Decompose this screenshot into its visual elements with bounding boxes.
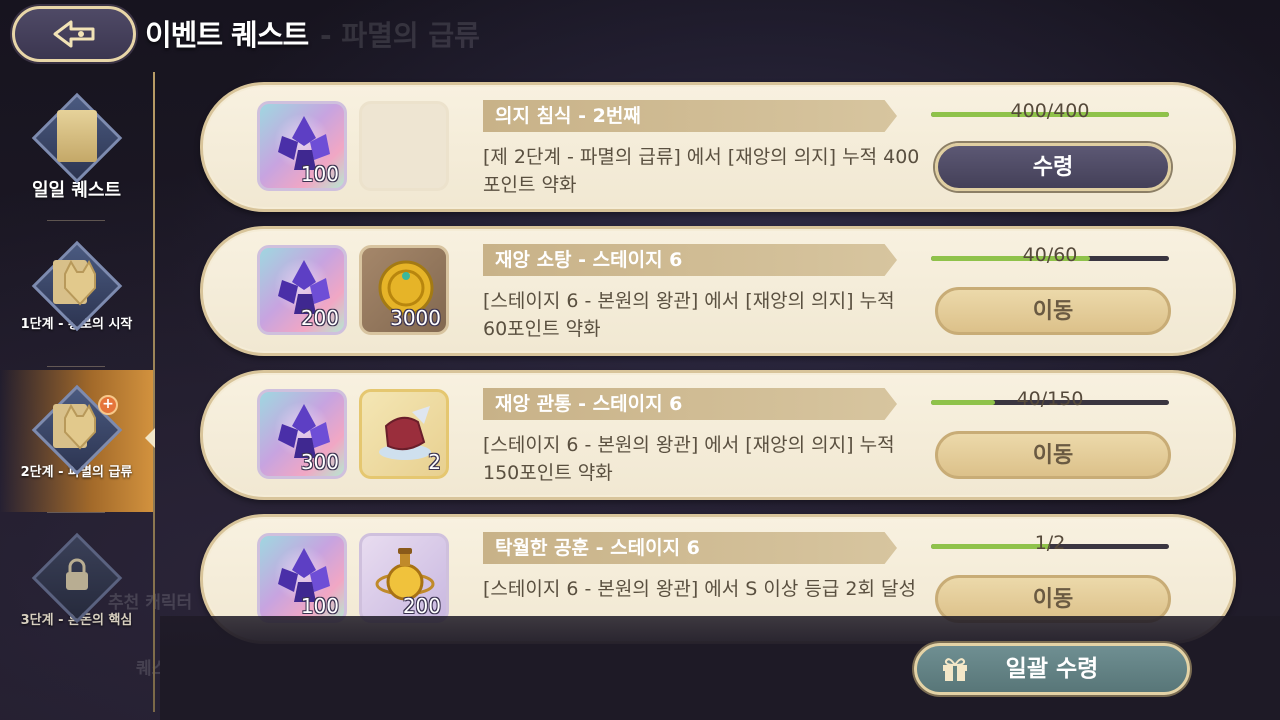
sidebar-item-icon xyxy=(27,88,127,188)
new-badge-icon: + xyxy=(98,395,118,415)
page-title: 이벤트 퀘스트 xyxy=(145,18,309,52)
reward-item[interactable]: 200 xyxy=(359,533,449,623)
sidebar-item-stage-2[interactable]: 2단계 - 파멸의 급류 xyxy=(0,370,153,512)
quest-title: 탁월한 공훈 - 스테이지 6 xyxy=(483,532,897,564)
quest-card: 100 의지 침식 - 2번째 [제 2단계 - 파멸의 급류] 에서 [재앙의… xyxy=(200,82,1236,212)
quest-title: 의지 침식 - 2번째 xyxy=(483,100,897,132)
sidebar-item-daily[interactable]: 일일 퀘스트 xyxy=(0,88,153,214)
reward-quantity: 200 xyxy=(300,306,339,330)
quest-title: 재앙 소탕 - 스테이지 6 xyxy=(483,244,897,276)
progress-text: 1/2 xyxy=(1034,532,1066,554)
sidebar-item-icon xyxy=(27,528,127,628)
sidebar-item-stage-3[interactable]: 3단계 - 혼돈의 핵심 xyxy=(0,528,153,668)
ghost-subtitle: - 파멸의 급류 xyxy=(320,19,480,52)
sidebar-separator xyxy=(47,220,105,221)
reward-slot-empty xyxy=(359,101,449,191)
progress-text: 40/150 xyxy=(1016,388,1084,410)
scroll-icon xyxy=(56,110,97,162)
sidebar-separator xyxy=(47,512,105,513)
progress-text: 40/60 xyxy=(1022,244,1078,266)
quest-card: 300 2 재앙 관통 - 스테이지 6 [스테이지 6 - 본원의 왕관] 에… xyxy=(200,370,1236,500)
reward-item[interactable]: 200 xyxy=(257,245,347,335)
sidebar-divider xyxy=(153,72,155,712)
reward-item[interactable]: 2 xyxy=(359,389,449,479)
fox-icon xyxy=(52,403,96,450)
quest-description: [제 2단계 - 파멸의 급류] 에서 [재앙의 의지] 누적 400포인트 약… xyxy=(483,146,920,196)
claim-all-label: 일괄 수령 xyxy=(1005,656,1099,682)
back-button[interactable] xyxy=(12,6,136,62)
quest-description: [스테이지 6 - 본원의 왕관] 에서 S 이상 등급 2회 달성 xyxy=(483,578,916,600)
lock-icon xyxy=(65,558,88,590)
sidebar-separator xyxy=(47,366,105,367)
sidebar-item-icon xyxy=(27,236,127,336)
sidebar-item-stage-1[interactable]: 1단계 - 황로의 시작 xyxy=(0,236,153,366)
active-indicator xyxy=(145,428,155,448)
reward-item[interactable]: 300 xyxy=(257,389,347,479)
reward-item[interactable]: 3000 xyxy=(359,245,449,335)
reward-quantity: 100 xyxy=(300,162,339,186)
quest-title: 재앙 관통 - 스테이지 6 xyxy=(483,388,897,420)
reward-quantity: 2 xyxy=(428,450,441,474)
reward-quantity: 300 xyxy=(300,450,339,474)
reward-item[interactable]: 100 xyxy=(257,101,347,191)
claim-button[interactable]: 수령 xyxy=(935,143,1171,191)
move-button[interactable]: 이동 xyxy=(935,431,1171,479)
move-button[interactable]: 이동 xyxy=(935,287,1171,335)
claim-all-button[interactable]: 일괄 수령 xyxy=(914,643,1190,695)
back-arrow-icon xyxy=(53,20,95,48)
quest-description: [스테이지 6 - 본원의 왕관] 에서 [재앙의 의지] 누적 150포인트 … xyxy=(483,434,895,484)
fox-icon xyxy=(52,259,96,306)
gift-icon xyxy=(943,658,967,681)
quest-description: [스테이지 6 - 본원의 왕관] 에서 [재앙의 의지] 누적 60포인트 약… xyxy=(483,290,895,340)
quest-card: 200 3000 재앙 소탕 - 스테이지 6 [스테이지 6 - 본원의 왕관… xyxy=(200,226,1236,356)
reward-item[interactable]: 100 xyxy=(257,533,347,623)
reward-quantity: 3000 xyxy=(390,306,441,330)
reward-quantity: 200 xyxy=(402,594,441,618)
reward-quantity: 100 xyxy=(300,594,339,618)
progress-text: 400/400 xyxy=(1010,100,1090,122)
